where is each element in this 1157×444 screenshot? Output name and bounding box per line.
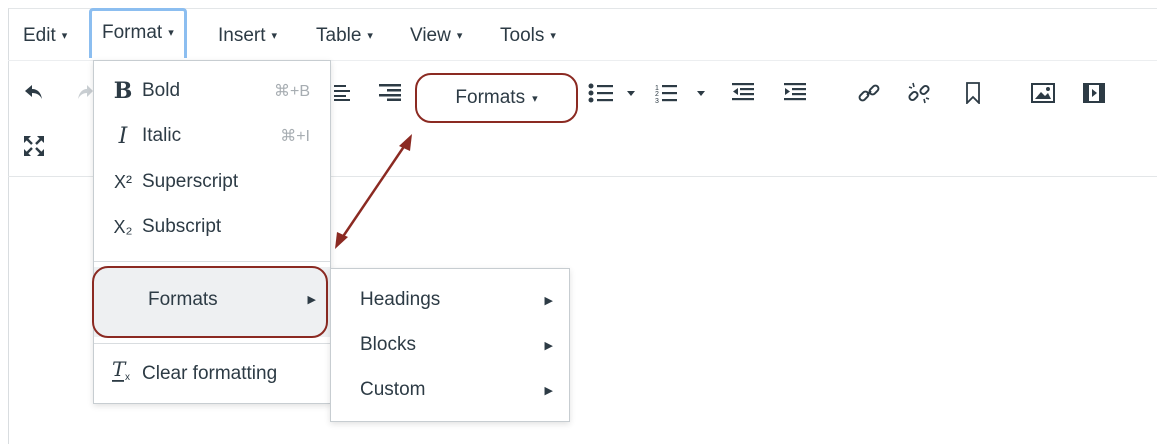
chevron-right-icon: ▶ bbox=[544, 294, 553, 307]
chevron-right-icon: ▶ bbox=[544, 339, 553, 352]
bold-icon: B bbox=[113, 78, 133, 104]
bookmark-icon[interactable] bbox=[963, 80, 983, 106]
svg-text:2: 2 bbox=[655, 91, 659, 98]
menu-item-clear-formatting[interactable]: Tx Clear formatting bbox=[94, 352, 330, 396]
menubar: Edit ▾ Format ▾ Insert ▾ Table ▾ View ▾ Tools… bbox=[0, 0, 1157, 58]
menu-item-superscript[interactable]: X² Superscript bbox=[94, 160, 330, 204]
menu-item-subscript[interactable]: X₂ Subscript bbox=[94, 205, 330, 249]
numbered-list-icon[interactable]: 123 bbox=[655, 82, 707, 104]
menu-divider bbox=[94, 343, 330, 344]
align-center-icon[interactable] bbox=[333, 82, 353, 102]
formats-toolbar-button[interactable]: Formats ▾ bbox=[415, 73, 578, 123]
media-icon[interactable] bbox=[1082, 82, 1106, 104]
formats-submenu: Headings ▶ Blocks ▶ Custom ▶ bbox=[330, 268, 570, 422]
chevron-right-icon: ▶ bbox=[544, 384, 553, 397]
menu-edit[interactable]: Edit ▾ bbox=[23, 11, 67, 61]
undo-icon[interactable] bbox=[22, 80, 46, 104]
fullscreen-icon[interactable] bbox=[22, 134, 46, 158]
menu-view[interactable]: View ▾ bbox=[410, 11, 462, 61]
submenu-item-blocks[interactable]: Blocks ▶ bbox=[331, 323, 569, 367]
menu-item-bold[interactable]: B Bold ⌘+B bbox=[94, 69, 330, 113]
format-dropdown-menu: B Bold ⌘+B I Italic ⌘+I X² Superscript X… bbox=[93, 60, 331, 404]
menu-item-formats[interactable]: Formats ▶ bbox=[94, 267, 330, 337]
svg-text:x: x bbox=[125, 372, 130, 383]
link-icon[interactable] bbox=[856, 80, 882, 106]
submenu-item-custom[interactable]: Custom ▶ bbox=[331, 368, 569, 412]
chevron-right-icon: ▶ bbox=[307, 294, 316, 306]
bold-shortcut: ⌘+B bbox=[273, 83, 310, 100]
submenu-item-headings[interactable]: Headings ▶ bbox=[331, 278, 569, 322]
subscript-icon: X₂ bbox=[113, 216, 133, 237]
unlink-icon[interactable] bbox=[906, 80, 932, 106]
menu-table[interactable]: Table ▾ bbox=[316, 11, 373, 61]
italic-icon: I bbox=[118, 123, 128, 149]
redo-icon[interactable] bbox=[76, 80, 94, 104]
svg-text:3: 3 bbox=[655, 98, 659, 103]
indent-icon[interactable] bbox=[783, 82, 807, 102]
italic-shortcut: ⌘+I bbox=[280, 128, 310, 145]
bullet-list-icon[interactable] bbox=[588, 82, 636, 104]
menu-divider bbox=[94, 261, 330, 262]
menu-format[interactable]: Format ▾ bbox=[89, 8, 187, 58]
menu-item-italic[interactable]: I Italic ⌘+I bbox=[94, 114, 330, 158]
superscript-icon: X² bbox=[114, 171, 132, 192]
menu-insert[interactable]: Insert ▾ bbox=[218, 11, 277, 61]
outdent-icon[interactable] bbox=[731, 82, 755, 102]
image-icon[interactable] bbox=[1030, 82, 1056, 104]
menu-tools[interactable]: Tools ▾ bbox=[500, 11, 556, 61]
align-right-icon[interactable] bbox=[378, 82, 402, 102]
clear-formatting-icon: Tx bbox=[108, 357, 138, 390]
